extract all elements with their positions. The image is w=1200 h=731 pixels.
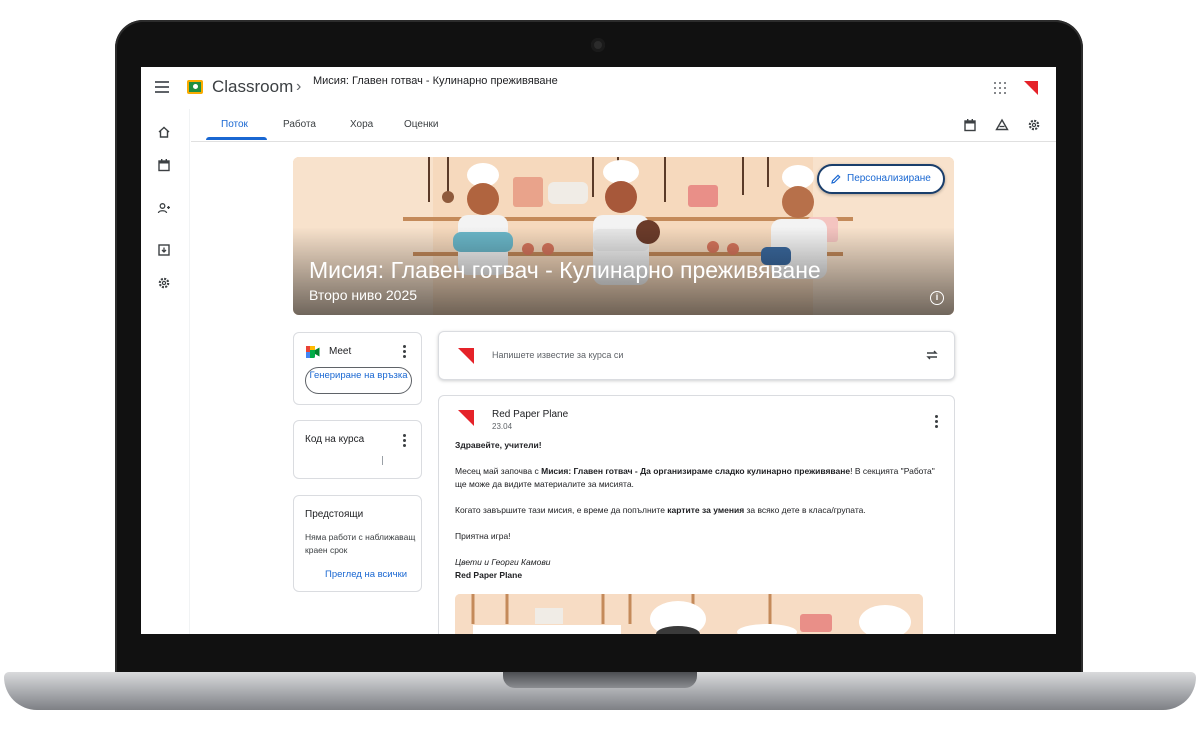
meet-card: Meet Генериране на връзка — [293, 332, 422, 405]
people-icon[interactable] — [157, 201, 171, 215]
post-p1-start: Месец май започва с — [455, 466, 542, 476]
post-attachment-image[interactable] — [455, 594, 923, 634]
announce-placeholder[interactable]: Напишете известие за курса си — [492, 350, 623, 360]
home-icon[interactable] — [157, 125, 171, 139]
class-code-title: Код на курса — [305, 434, 365, 445]
side-rail — [141, 109, 190, 634]
attachment-illustration — [455, 594, 923, 634]
tab-bar: Поток Работа Хора Оценки — [191, 109, 1056, 142]
course-title: Мисия: Главен готвач - Кулинарно преживя… — [309, 257, 821, 283]
upcoming-card: Предстоящи Няма работи с наближаващ крае… — [293, 495, 422, 592]
upcoming-title: Предстоящи — [305, 509, 364, 520]
post-greeting: Здравейте, учители! — [455, 440, 542, 450]
upcoming-empty-text: Няма работи с наближаващ краен срок — [305, 532, 416, 555]
announce-box[interactable]: Напишете известие за курса си — [438, 331, 955, 380]
post-p1-bold: Мисия: Главен готвач - Да организираме с… — [541, 466, 851, 476]
calendar-icon[interactable] — [963, 118, 977, 132]
breadcrumb-course[interactable]: Мисия: Главен готвач - Кулинарно преживя… — [313, 75, 558, 87]
pencil-icon — [831, 174, 841, 184]
post-p2-start: Когато завършите тази мисия, е време да … — [455, 505, 668, 515]
chevron-right-icon: › — [296, 78, 302, 95]
post-card: Red Paper Plane 23.04 Здравейте, учители… — [438, 395, 955, 634]
customize-button[interactable]: Персонализиране — [817, 164, 945, 194]
generate-link-button[interactable]: Генериране на връзка — [305, 367, 412, 394]
tab-classwork[interactable]: Работа — [283, 119, 316, 130]
post-signature: Цвети и Георги Камови — [455, 557, 551, 567]
post-author[interactable]: Red Paper Plane — [492, 409, 568, 420]
course-section: Второ ниво 2025 — [309, 287, 418, 303]
webcam — [591, 38, 605, 52]
tab-people[interactable]: Хора — [350, 119, 373, 130]
app-name[interactable]: Classroom — [212, 77, 293, 97]
post-p2-end: за всяко дете в класа/групата. — [744, 505, 866, 515]
active-tab-indicator — [206, 137, 267, 140]
customize-label: Персонализиране — [847, 173, 931, 184]
meet-icon — [306, 346, 320, 358]
meet-title: Meet — [329, 346, 352, 357]
info-icon[interactable]: i — [930, 291, 944, 305]
more-vert-icon[interactable] — [935, 415, 938, 428]
account-avatar-icon[interactable] — [1024, 81, 1038, 95]
class-code-card: Код на курса — [293, 420, 422, 479]
drive-icon[interactable] — [995, 118, 1009, 132]
tab-grades[interactable]: Оценки — [404, 119, 438, 130]
top-bar: Classroom › Мисия: Главен готвач - Кулин… — [141, 67, 1056, 109]
hamburger-menu-icon[interactable] — [155, 81, 169, 93]
screen: Classroom › Мисия: Главен готвач - Кулин… — [141, 67, 1056, 634]
settings-icon[interactable] — [1027, 118, 1041, 132]
course-banner: Мисия: Главен готвач - Кулинарно преживя… — [293, 157, 954, 315]
more-vert-icon[interactable] — [403, 345, 406, 358]
post-p3: Приятна игра! — [455, 531, 511, 541]
repost-icon[interactable] — [925, 348, 939, 362]
user-avatar-icon — [458, 348, 474, 364]
settings-icon[interactable] — [157, 276, 171, 290]
laptop-notch — [503, 672, 697, 688]
apps-grid-icon[interactable] — [994, 82, 1006, 94]
tab-stream[interactable]: Поток — [221, 119, 248, 130]
post-body: Здравейте, учители! Месец май започва с … — [455, 439, 935, 582]
view-all-link[interactable]: Преглед на всички — [325, 569, 407, 580]
calendar-icon[interactable] — [157, 158, 171, 172]
text-cursor — [382, 456, 383, 465]
more-vert-icon[interactable] — [403, 434, 406, 447]
post-date: 23.04 — [492, 422, 513, 431]
post-signature-org: Red Paper Plane — [455, 570, 523, 580]
archive-icon[interactable] — [157, 243, 171, 257]
post-p2-bold: картите за умения — [667, 505, 745, 515]
author-avatar-icon — [458, 410, 474, 426]
classroom-logo-icon[interactable] — [187, 80, 203, 94]
